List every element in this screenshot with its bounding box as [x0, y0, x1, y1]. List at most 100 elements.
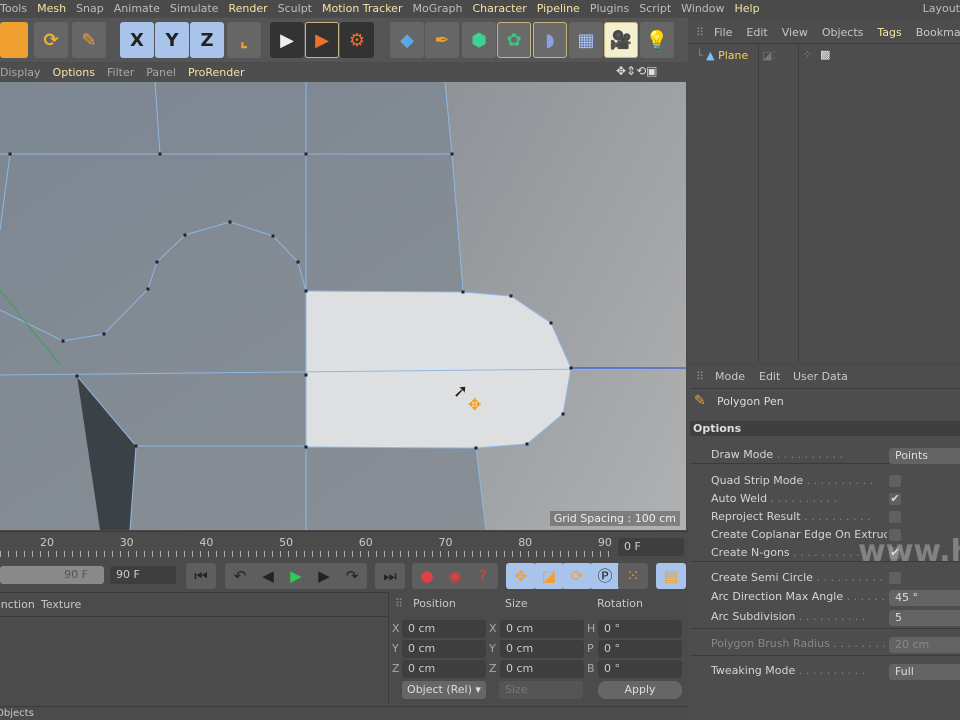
camera-icon[interactable]: 🎥: [604, 22, 638, 58]
polygon-pen-icon[interactable]: ✎: [72, 22, 106, 58]
arc-sub-label: Arc Subdivision: [711, 610, 796, 623]
rotation-field[interactable]: 0 °: [598, 660, 682, 678]
material-menu-texture[interactable]: Texture: [41, 598, 81, 611]
menu-window[interactable]: Window: [676, 0, 729, 17]
parameter-key-icon[interactable]: Ⓟ: [590, 563, 620, 589]
previous-key-icon[interactable]: ↶: [225, 563, 255, 589]
menu-animate[interactable]: Animate: [109, 0, 165, 17]
viewport-navigation-icons[interactable]: ✥⇕⟲▣: [616, 64, 658, 78]
object-row-plane[interactable]: └ ▲ Plane: [696, 49, 748, 62]
subdivision-icon[interactable]: ⬢: [462, 22, 496, 58]
size-field[interactable]: 0 cm: [500, 620, 584, 638]
attr-menu-user-data[interactable]: User Data: [793, 370, 848, 383]
go-to-end-icon[interactable]: ⏭: [375, 563, 405, 589]
point-level-key-icon[interactable]: ⁙: [618, 563, 648, 589]
quad-strip-checkbox[interactable]: [889, 475, 901, 487]
scale-tool-icon[interactable]: [0, 22, 28, 58]
position-key-icon[interactable]: ✥: [506, 563, 536, 589]
object-menu-file[interactable]: File: [714, 26, 732, 39]
render-view-icon[interactable]: ▶: [270, 22, 304, 58]
end-frame-field[interactable]: 90 F: [110, 566, 176, 584]
light-icon[interactable]: 💡: [640, 22, 674, 58]
size-field[interactable]: 0 cm: [500, 640, 584, 658]
menu-mesh[interactable]: Mesh: [32, 0, 71, 17]
deformer-icon[interactable]: ◗: [533, 22, 567, 58]
layout-menu[interactable]: Layout: [923, 0, 960, 17]
object-menu-view[interactable]: View: [782, 26, 808, 39]
render-picture-viewer-icon[interactable]: ▶: [305, 22, 339, 58]
current-frame-field[interactable]: 0 F: [618, 538, 684, 556]
play-icon[interactable]: ▶: [281, 563, 311, 589]
attr-menu-mode[interactable]: Mode: [715, 370, 745, 383]
material-menu-function[interactable]: Function: [0, 598, 35, 611]
rotate-tool-icon[interactable]: ⟳: [34, 22, 68, 58]
next-key-icon[interactable]: ↷: [337, 563, 367, 589]
viewport[interactable]: ➚ ✥ Grid Spacing : 100 cm: [0, 82, 686, 530]
go-to-start-icon[interactable]: ⏮: [186, 563, 216, 589]
coordinate-mode-dropdown[interactable]: Object (Rel) ▾: [402, 681, 486, 699]
object-menu-edit[interactable]: Edit: [746, 26, 767, 39]
material-tag-icon[interactable]: ▩: [820, 48, 830, 61]
menu-help[interactable]: Help: [730, 0, 765, 17]
floor-icon[interactable]: ▦: [569, 22, 603, 58]
object-name[interactable]: Plane: [718, 49, 748, 62]
position-field[interactable]: 0 cm: [402, 620, 486, 638]
object-menu-tags[interactable]: Tags: [877, 26, 901, 39]
arc-sub-field[interactable]: 5: [889, 610, 960, 626]
timeline-window-icon[interactable]: ▤: [656, 563, 686, 589]
rotation-field[interactable]: 0 °: [598, 640, 682, 658]
size-mode-dropdown[interactable]: Size: [499, 681, 583, 699]
render-settings-icon[interactable]: ⚙: [340, 22, 374, 58]
menu-character[interactable]: Character: [467, 0, 531, 17]
viewport-menu-prorender[interactable]: ProRender: [182, 63, 251, 82]
autokey-icon[interactable]: ◉: [440, 563, 470, 589]
cloner-icon[interactable]: ✿: [497, 22, 531, 58]
apply-button[interactable]: Apply: [598, 681, 682, 699]
y-axis-lock-button[interactable]: Y: [155, 22, 189, 58]
pen-spline-icon[interactable]: ✒: [425, 22, 459, 58]
menu-mograph[interactable]: MoGraph: [407, 0, 467, 17]
menu-snap[interactable]: Snap: [71, 0, 109, 17]
menu-render[interactable]: Render: [223, 0, 272, 17]
object-menu-bookmarks[interactable]: Bookmarks: [916, 26, 960, 39]
visibility-toggle-icon[interactable]: ◪⁚: [762, 49, 776, 62]
phong-tag-icon[interactable]: ⁘: [803, 48, 812, 61]
menu-script[interactable]: Script: [634, 0, 676, 17]
scale-key-icon[interactable]: ◪: [534, 563, 564, 589]
x-axis-lock-button[interactable]: X: [120, 22, 154, 58]
menu-sculpt[interactable]: Sculpt: [273, 0, 317, 17]
tweak-field[interactable]: Full: [889, 664, 960, 680]
attr-menu-edit[interactable]: Edit: [759, 370, 780, 383]
brush-radius-field[interactable]: 20 cm: [889, 637, 960, 653]
size-field[interactable]: 0 cm: [500, 660, 584, 678]
end-slider[interactable]: 90 F: [0, 566, 104, 584]
menu-pipeline[interactable]: Pipeline: [532, 0, 585, 17]
arc-angle-field[interactable]: 45 °: [889, 590, 960, 606]
options-section-header[interactable]: Options: [690, 421, 960, 436]
rotation-field[interactable]: 0 °: [598, 620, 682, 638]
menu-tools[interactable]: Tools: [0, 0, 32, 17]
semi-circle-checkbox[interactable]: [889, 572, 901, 584]
record-keys-icon[interactable]: ●: [412, 563, 442, 589]
viewport-menu-display[interactable]: Display: [0, 63, 47, 82]
position-field[interactable]: 0 cm: [402, 660, 486, 678]
viewport-menu-panel[interactable]: Panel: [140, 63, 182, 82]
position-field[interactable]: 0 cm: [402, 640, 486, 658]
rotation-key-icon[interactable]: ⟳: [562, 563, 592, 589]
menu-motion-tracker[interactable]: Motion Tracker: [317, 0, 407, 17]
viewport-menu-filter[interactable]: Filter: [101, 63, 140, 82]
z-axis-lock-button[interactable]: Z: [190, 22, 224, 58]
coordinate-system-icon[interactable]: ⌞: [227, 22, 261, 58]
menu-simulate[interactable]: Simulate: [165, 0, 224, 17]
object-menu-objects[interactable]: Objects: [822, 26, 864, 39]
timeline-ruler[interactable]: 0 F 20 30 40 50 60 70 80 90: [0, 531, 688, 559]
previous-frame-icon[interactable]: ◀: [253, 563, 283, 589]
menu-plugins[interactable]: Plugins: [585, 0, 634, 17]
viewport-menu-options[interactable]: Options: [47, 63, 101, 82]
next-frame-icon[interactable]: ▶: [309, 563, 339, 589]
keyframe-selection-icon[interactable]: ?: [468, 563, 498, 589]
reproject-checkbox[interactable]: [889, 511, 901, 523]
cube-icon[interactable]: ◆: [390, 22, 424, 58]
auto-weld-checkbox[interactable]: ✔: [889, 493, 901, 505]
draw-mode-field[interactable]: Points: [889, 448, 960, 464]
